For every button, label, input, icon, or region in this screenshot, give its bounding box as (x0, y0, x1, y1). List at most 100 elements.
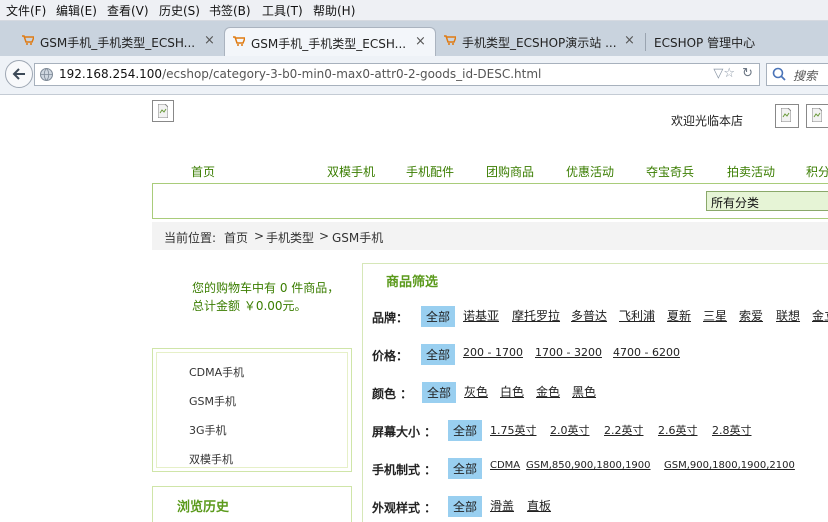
breadcrumb-phone-types[interactable]: 手机类型 (266, 229, 314, 246)
close-tab-icon[interactable]: × (204, 33, 215, 48)
filter-option[interactable]: 联想 (776, 307, 800, 324)
filter-label: 屏幕大小 ： (372, 425, 437, 439)
cart-icon (444, 35, 456, 45)
welcome-text: 欢迎光临本店 (671, 114, 744, 128)
breadcrumb-gsm[interactable]: GSM手机 (332, 229, 383, 246)
filter-option[interactable]: GSM,900,1800,1900,2100 (664, 460, 795, 471)
filter-option-selected[interactable]: 全部 (421, 306, 456, 327)
broken-image-icon[interactable] (775, 104, 799, 128)
globe-icon (40, 68, 53, 81)
filter-option-selected[interactable]: 全部 (422, 382, 457, 403)
nav-points[interactable]: 积分 (806, 163, 828, 180)
category-item-3g[interactable]: 3G手机 (189, 422, 227, 438)
filter-option[interactable]: 三星 (703, 307, 727, 324)
nav-group-buy[interactable]: 团购商品 (486, 163, 534, 180)
menu-view[interactable]: 查看(V) (107, 2, 149, 19)
menu-edit[interactable]: 编辑(E) (56, 2, 97, 19)
cart-icon (233, 36, 245, 46)
filter-label: 品牌： (372, 311, 409, 325)
filter-option[interactable]: 1.75英寸 (490, 422, 537, 438)
filter-option[interactable]: 索爱 (739, 307, 763, 324)
close-tab-icon[interactable]: × (415, 34, 426, 49)
url-text: 192.168.254.100/ecshop/category-3-b0-min… (59, 67, 542, 81)
filter-option-selected[interactable]: 全部 (448, 420, 483, 441)
category-item-gsm[interactable]: GSM手机 (189, 393, 236, 409)
menu-help[interactable]: 帮助(H) (313, 2, 355, 19)
filter-option[interactable]: 多普达 (571, 307, 607, 324)
filter-label: 价格： (372, 349, 409, 363)
filter-option-selected[interactable]: 全部 (421, 344, 456, 365)
nav-promotions[interactable]: 优惠活动 (566, 163, 614, 180)
nav-accessories[interactable]: 手机配件 (406, 163, 454, 180)
menu-history[interactable]: 历史(S) (159, 2, 200, 19)
back-button[interactable] (5, 60, 33, 88)
broken-image-icon[interactable] (806, 104, 828, 128)
filter-option[interactable]: 灰色 (464, 383, 488, 400)
filter-option[interactable]: 4700 - 6200 (613, 346, 680, 359)
nav-auctions[interactable]: 拍卖活动 (727, 163, 775, 180)
address-bar[interactable]: 192.168.254.100/ecshop/category-3-b0-min… (34, 63, 760, 86)
breadcrumb-separator: > (254, 229, 265, 243)
filter-option[interactable]: 滑盖 (490, 497, 514, 514)
breadcrumb-home[interactable]: 首页 (224, 229, 248, 246)
cart-summary[interactable]: 您的购物车中有 0 件商品，总计金额 ￥0.00元。 (152, 263, 352, 333)
history-title: 浏览历史 (177, 500, 230, 515)
tab-bar: GSM手机_手机类型_ECSH... × GSM手机_手机类型_ECSH... … (0, 21, 828, 56)
filter-option[interactable]: 摩托罗拉 (512, 307, 560, 324)
menu-file[interactable]: 文件(F) (6, 2, 46, 19)
filter-option[interactable]: CDMA (490, 460, 520, 471)
filter-option[interactable]: 2.8英寸 (712, 422, 752, 438)
filter-option-selected[interactable]: 全部 (448, 496, 483, 517)
filter-option[interactable]: 1700 - 3200 (535, 346, 602, 359)
browsing-history: 浏览历史 (152, 486, 352, 522)
bookmark-star-icon[interactable]: ▽☆ (713, 66, 735, 81)
broken-image-icon (152, 100, 174, 122)
breadcrumb-prefix: 当前位置: (164, 231, 217, 245)
filter-option[interactable]: 直板 (527, 497, 551, 514)
tab-label: 手机类型_ECSHOP演示站 ... (462, 36, 617, 50)
tab-phone-types[interactable]: 手机类型_ECSHOP演示站 ... × (436, 27, 646, 56)
nav-home[interactable]: 首页 (191, 163, 215, 180)
menu-bar: 文件(F) 编辑(E) 查看(V) 历史(S) 书签(B) 工具(T) 帮助(H… (0, 0, 828, 21)
breadcrumb-separator: > (319, 229, 330, 243)
filter-option-selected[interactable]: 全部 (448, 458, 483, 479)
filter-option[interactable]: 白色 (500, 383, 524, 400)
filter-option[interactable]: 飞利浦 (619, 307, 655, 324)
filter-option[interactable]: 2.6英寸 (658, 422, 698, 438)
nav-treasure[interactable]: 夺宝奇兵 (646, 163, 694, 180)
reload-icon[interactable]: ↻ (742, 66, 753, 81)
breadcrumb: 当前位置: 首页 > 手机类型 > GSM手机 (152, 222, 828, 250)
category-item-cdma[interactable]: CDMA手机 (189, 364, 244, 380)
menu-tools[interactable]: 工具(T) (262, 2, 303, 19)
tab-gsm-1[interactable]: GSM手机_手机类型_ECSH... × (14, 27, 224, 56)
nav-dual-mode-phones[interactable]: 双模手机 (327, 163, 375, 180)
filter-option[interactable]: 金色 (536, 383, 560, 400)
filter-option[interactable]: GSM,850,900,1800,1900 (526, 460, 651, 471)
search-placeholder: 搜索 (793, 69, 818, 83)
page-content: 欢迎光临本店 首页 双模手机 手机配件 团购商品 优惠活动 夺宝奇兵 拍卖活动 … (0, 95, 828, 522)
cart-icon (22, 35, 34, 45)
tab-admin-center[interactable]: ECSHOP 管理中心 (646, 27, 796, 56)
filter-option[interactable]: 金立 (812, 307, 828, 324)
filter-option[interactable]: 2.0英寸 (550, 422, 590, 438)
filter-option[interactable]: 200 - 1700 (463, 346, 523, 359)
filter-label: 外观样式 ： (372, 501, 437, 515)
cart-summary-text: 您的购物车中有 0 件商品，总计金额 ￥0.00元。 (192, 281, 340, 313)
tab-label: GSM手机_手机类型_ECSH... (251, 37, 407, 51)
category-list: CDMA手机 GSM手机 3G手机 双模手机 (152, 348, 352, 472)
tab-gsm-active[interactable]: GSM手机_手机类型_ECSH... × (224, 27, 436, 56)
search-engine-icon (772, 67, 786, 81)
tab-label: ECSHOP 管理中心 (654, 36, 756, 50)
search-box[interactable]: 搜索 (766, 63, 828, 86)
filter-option[interactable]: 2.2英寸 (604, 422, 644, 438)
filter-label: 颜色 ： (372, 387, 413, 401)
category-item-dual-mode[interactable]: 双模手机 (189, 451, 233, 467)
close-tab-icon[interactable]: × (624, 33, 635, 48)
filter-option[interactable]: 黑色 (572, 383, 596, 400)
menu-bookmarks[interactable]: 书签(B) (209, 2, 251, 19)
category-list-inner (156, 352, 348, 468)
filter-option[interactable]: 夏新 (667, 307, 691, 324)
filter-option[interactable]: 诺基亚 (463, 307, 499, 324)
back-arrow-icon (12, 68, 25, 80)
category-select[interactable]: 所有分类 (706, 191, 828, 211)
